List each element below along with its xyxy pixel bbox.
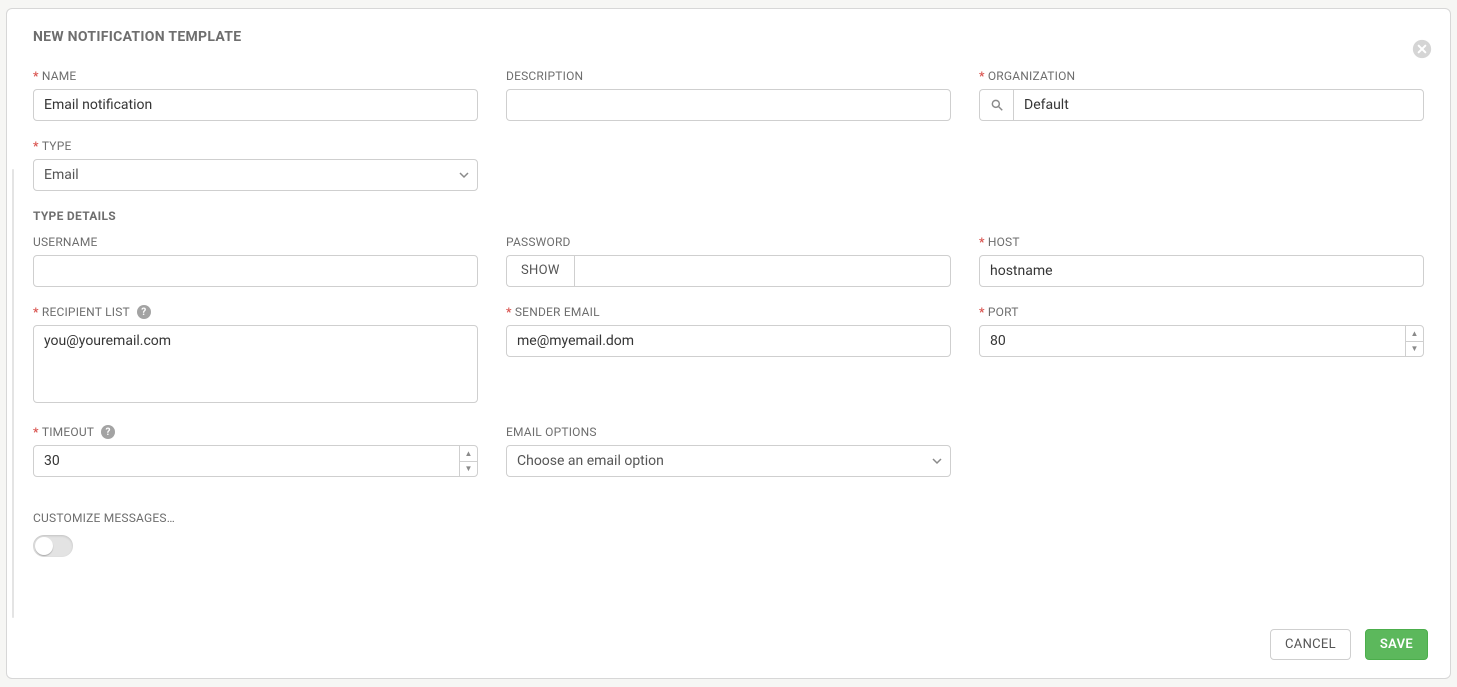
description-label: DESCRIPTION bbox=[506, 69, 951, 83]
save-button[interactable]: SAVE bbox=[1365, 629, 1428, 660]
timeout-label: TIMEOUT ? bbox=[33, 425, 478, 439]
email-options-label: EMAIL OPTIONS bbox=[506, 425, 951, 439]
organization-input[interactable] bbox=[1013, 89, 1424, 121]
name-input[interactable] bbox=[33, 89, 478, 121]
description-input[interactable] bbox=[506, 89, 951, 121]
username-label: USERNAME bbox=[33, 235, 478, 249]
email-options-select[interactable]: Choose an email option bbox=[506, 445, 951, 477]
type-details-heading: TYPE DETAILS bbox=[33, 209, 1424, 223]
host-input[interactable] bbox=[979, 255, 1424, 287]
port-input[interactable] bbox=[979, 325, 1424, 357]
host-label: HOST bbox=[979, 235, 1424, 249]
timeout-stepper[interactable]: ▲ ▼ bbox=[459, 446, 477, 476]
sender-email-input[interactable] bbox=[506, 325, 951, 357]
organization-label: ORGANIZATION bbox=[979, 69, 1424, 83]
help-icon[interactable]: ? bbox=[137, 305, 151, 319]
chevron-down-icon[interactable]: ▼ bbox=[460, 462, 477, 477]
type-label: TYPE bbox=[33, 139, 478, 153]
password-input[interactable] bbox=[574, 255, 951, 287]
show-password-button[interactable]: SHOW bbox=[506, 255, 574, 287]
recipient-list-input[interactable] bbox=[33, 325, 478, 403]
help-icon[interactable]: ? bbox=[101, 425, 115, 439]
cancel-button[interactable]: CANCEL bbox=[1270, 629, 1351, 660]
customize-messages-toggle[interactable] bbox=[33, 535, 73, 557]
port-label: PORT bbox=[979, 305, 1424, 319]
panel-title: NEW NOTIFICATION TEMPLATE bbox=[33, 29, 1424, 45]
chevron-down-icon[interactable]: ▼ bbox=[1406, 342, 1423, 357]
type-select[interactable]: Email bbox=[33, 159, 478, 191]
close-icon[interactable] bbox=[1412, 39, 1432, 59]
recipient-list-label: RECIPIENT LIST ? bbox=[33, 305, 478, 319]
search-icon[interactable] bbox=[979, 89, 1013, 121]
sender-email-label: SENDER EMAIL bbox=[506, 305, 951, 319]
left-accent-bar bbox=[12, 169, 14, 618]
email-options-value: Choose an email option bbox=[517, 453, 664, 469]
username-input[interactable] bbox=[33, 255, 478, 287]
chevron-up-icon[interactable]: ▲ bbox=[1406, 326, 1423, 342]
customize-messages-label: CUSTOMIZE MESSAGES… bbox=[33, 511, 193, 525]
notification-template-panel: NEW NOTIFICATION TEMPLATE NAME DESCRIPTI… bbox=[6, 8, 1451, 679]
chevron-down-icon bbox=[932, 456, 942, 466]
chevron-up-icon[interactable]: ▲ bbox=[460, 446, 477, 462]
type-select-value: Email bbox=[44, 167, 79, 183]
password-label: PASSWORD bbox=[506, 235, 951, 249]
name-label: NAME bbox=[33, 69, 478, 83]
chevron-down-icon bbox=[459, 170, 469, 180]
timeout-input[interactable] bbox=[33, 445, 478, 477]
port-stepper[interactable]: ▲ ▼ bbox=[1405, 326, 1423, 356]
